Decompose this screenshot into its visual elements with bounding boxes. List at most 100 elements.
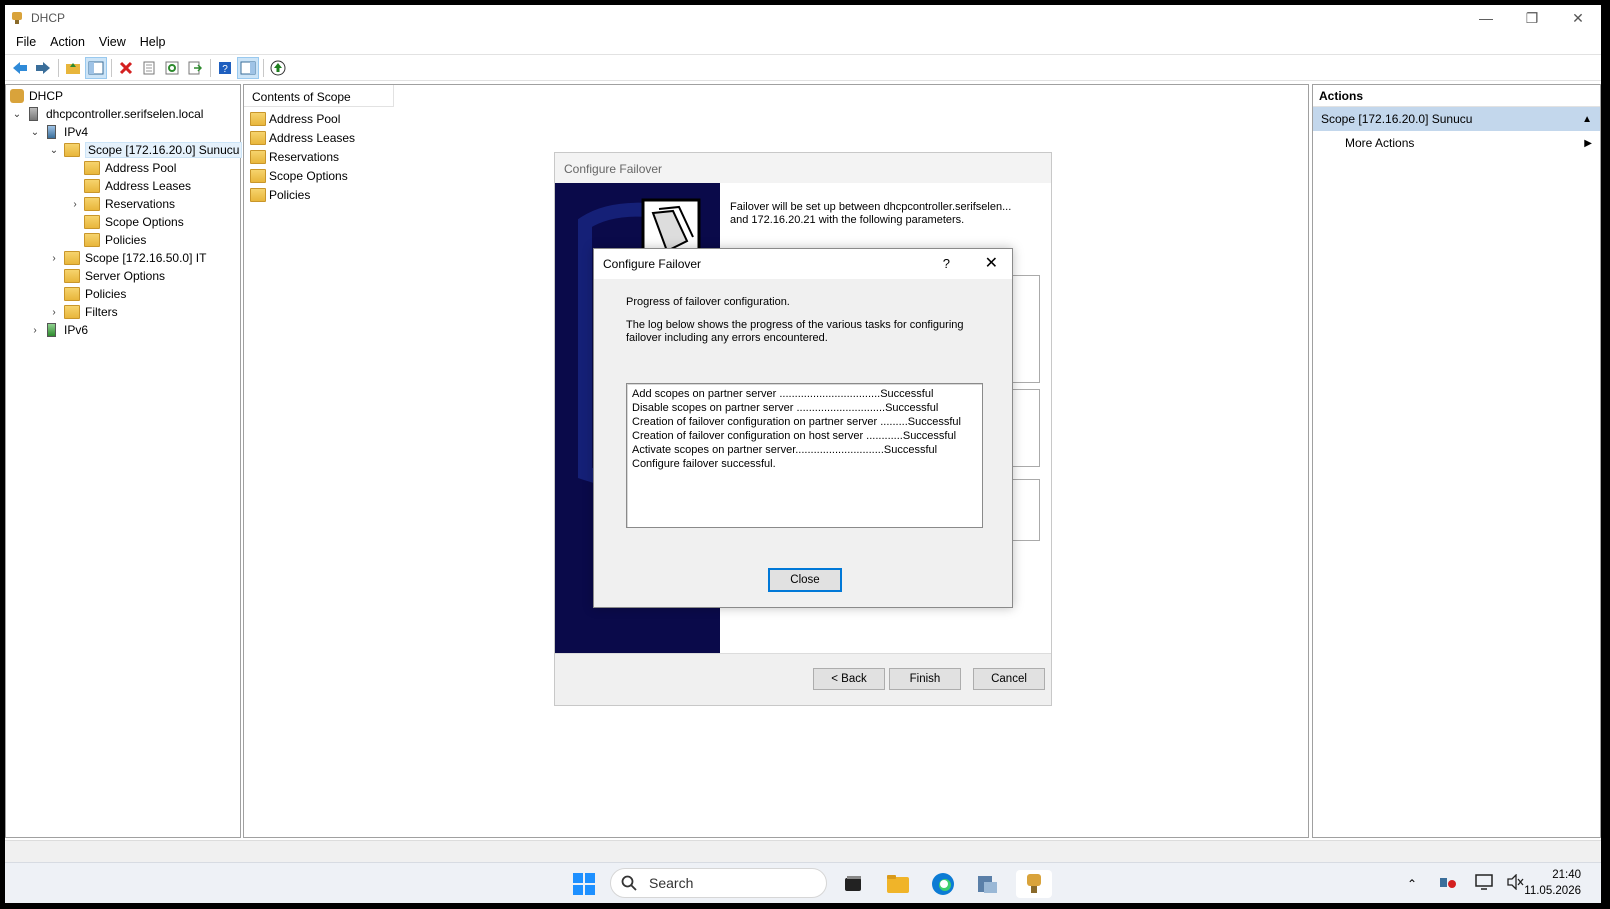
ipv4-icon	[47, 125, 56, 139]
actions-scope-header[interactable]: Scope [172.16.20.0] Sunucu ▲	[1313, 107, 1600, 131]
chevron-right-icon[interactable]: ›	[47, 253, 61, 264]
show-action-pane-icon[interactable]	[237, 56, 259, 79]
wizard-footer: < Back Finish Cancel	[555, 653, 1051, 705]
close-button[interactable]: Close	[768, 568, 842, 592]
tree-server-options[interactable]: Server Options	[64, 267, 165, 285]
show-hide-tree-icon[interactable]	[85, 56, 107, 79]
dhcp-root-icon	[10, 89, 24, 103]
log-line: Add scopes on partner server ...........…	[632, 388, 934, 400]
menu-file[interactable]: File	[9, 35, 43, 49]
search-placeholder: Search	[649, 875, 694, 891]
menu-view[interactable]: View	[92, 35, 133, 49]
chevron-right-icon[interactable]: ›	[68, 199, 82, 210]
chevron-right-icon[interactable]: ›	[28, 325, 42, 336]
window-titlebar: DHCP — ❐ ✕	[5, 5, 1601, 31]
dhcp-taskbar-icon[interactable]	[1016, 870, 1052, 898]
reservations-icon	[84, 197, 100, 211]
progress-title: Configure Failover	[603, 257, 702, 271]
policies-icon	[250, 188, 266, 202]
upload-arrow-icon[interactable]	[267, 57, 289, 79]
progress-heading: Progress of failover configuration.	[626, 296, 790, 308]
list-item[interactable]: Policies	[250, 186, 310, 204]
windows-start-icon[interactable]	[570, 870, 598, 898]
status-bar	[5, 840, 1601, 862]
progress-description: The log below shows the progress of the …	[626, 319, 964, 344]
policies-icon	[84, 233, 100, 247]
submenu-arrow-icon: ▶	[1584, 137, 1592, 149]
tree-scope-sunucu[interactable]: ⌄ Scope [172.16.20.0] Sunucu	[47, 141, 243, 159]
up-folder-icon[interactable]	[62, 57, 84, 79]
system-clock[interactable]: 21:40 11.05.2026	[1524, 867, 1581, 899]
speaker-muted-icon[interactable]	[1507, 873, 1525, 893]
finish-button[interactable]: Finish	[889, 668, 961, 690]
tree-address-leases[interactable]: Address Leases	[84, 177, 191, 195]
tree-scope-it[interactable]: › Scope [172.16.50.0] IT	[47, 249, 206, 267]
delete-icon[interactable]	[115, 57, 137, 79]
chevron-up-icon[interactable]: ⌃	[1407, 877, 1417, 891]
network-status-icon[interactable]	[1439, 875, 1457, 892]
server-options-icon	[64, 269, 80, 283]
tree-policies[interactable]: Policies	[64, 285, 126, 303]
restore-button[interactable]: ❐	[1509, 5, 1555, 31]
tree-address-pool[interactable]: Address Pool	[84, 159, 176, 177]
export-list-icon[interactable]	[184, 57, 206, 79]
task-view-icon[interactable]	[839, 870, 867, 898]
scope-folder-icon	[64, 251, 80, 265]
progress-log[interactable]: Add scopes on partner server ...........…	[626, 383, 983, 528]
help-icon[interactable]: ?	[214, 57, 236, 79]
menu-action[interactable]: Action	[43, 35, 92, 49]
clock-time: 21:40	[1552, 869, 1581, 881]
progress-titlebar: Configure Failover ? ✕	[594, 249, 1012, 279]
content-header[interactable]: Contents of Scope	[244, 85, 394, 107]
tree-server[interactable]: ⌄ dhcpcontroller.serifselen.local	[10, 105, 203, 123]
menu-help[interactable]: Help	[133, 35, 173, 49]
list-item[interactable]: Scope Options	[250, 167, 348, 185]
refresh-icon[interactable]	[161, 57, 183, 79]
taskbar: Search ⌃ 21:40 11.05.2026	[5, 862, 1601, 903]
close-window-button[interactable]: ✕	[1555, 5, 1601, 31]
close-icon[interactable]: ✕	[985, 253, 998, 273]
toolbar-separator	[58, 58, 59, 77]
monitor-icon[interactable]	[1475, 874, 1493, 893]
tree-filters[interactable]: › Filters	[47, 303, 118, 321]
chevron-down-icon[interactable]: ⌄	[10, 109, 24, 120]
cancel-button[interactable]: Cancel	[973, 668, 1045, 690]
actions-pane: Actions Scope [172.16.20.0] Sunucu ▲ Mor…	[1312, 84, 1601, 838]
wizard-group-box	[1010, 389, 1040, 467]
actions-title: Actions	[1313, 85, 1600, 107]
list-item[interactable]: Reservations	[250, 148, 339, 166]
tree-scope-policies[interactable]: Policies	[84, 231, 146, 249]
server-manager-icon[interactable]	[973, 870, 1001, 898]
ipv6-icon	[47, 323, 56, 337]
taskbar-search[interactable]: Search	[610, 868, 827, 898]
svg-text:?: ?	[222, 64, 228, 75]
tree-scope-options[interactable]: Scope Options	[84, 213, 184, 231]
back-arrow-icon[interactable]	[9, 57, 31, 79]
toolbar-separator	[263, 58, 264, 77]
collapse-up-icon[interactable]: ▲	[1582, 114, 1592, 125]
minimize-button[interactable]: —	[1463, 5, 1509, 31]
scope-options-icon	[84, 215, 100, 229]
window-title: DHCP	[31, 11, 66, 25]
tree-ipv4[interactable]: ⌄ IPv4	[28, 123, 88, 141]
file-explorer-icon[interactable]	[884, 870, 912, 898]
log-line: Configure failover successful.	[632, 458, 776, 470]
tree-root-dhcp[interactable]: DHCP	[8, 87, 63, 105]
tree-ipv6[interactable]: › IPv6	[28, 321, 88, 339]
search-icon	[621, 875, 637, 891]
server-icon	[29, 107, 38, 121]
help-question-icon[interactable]: ?	[943, 256, 950, 271]
forward-arrow-icon[interactable]	[32, 57, 54, 79]
tree-reservations[interactable]: › Reservations	[68, 195, 175, 213]
reservations-icon	[250, 150, 266, 164]
back-button[interactable]: < Back	[813, 668, 885, 690]
properties-icon[interactable]	[138, 57, 160, 79]
list-item[interactable]: Address Leases	[250, 129, 355, 147]
address-pool-icon	[250, 112, 266, 126]
chevron-down-icon[interactable]: ⌄	[28, 127, 42, 138]
more-actions[interactable]: More Actions ▶	[1313, 131, 1600, 155]
list-item[interactable]: Address Pool	[250, 110, 340, 128]
edge-browser-icon[interactable]	[929, 870, 957, 898]
chevron-right-icon[interactable]: ›	[47, 307, 61, 318]
chevron-down-icon[interactable]: ⌄	[47, 145, 61, 156]
